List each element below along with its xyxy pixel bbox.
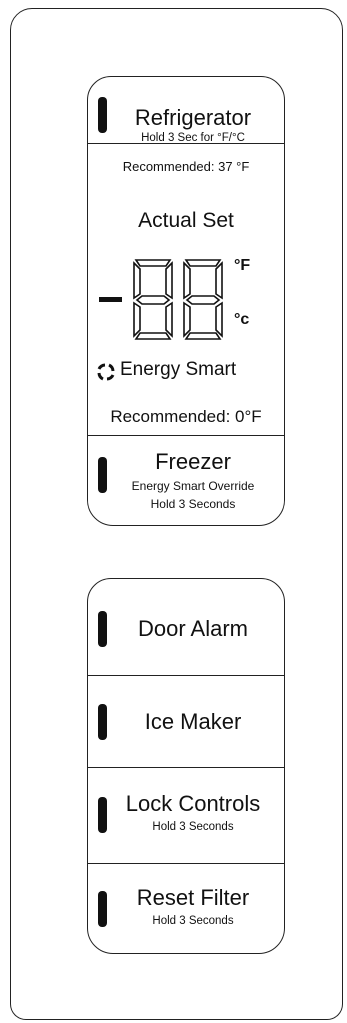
door-alarm-button-label: Door Alarm xyxy=(137,616,249,641)
energy-smart-icon xyxy=(97,363,115,381)
lock-controls-button[interactable]: Lock Controls Hold 3 Seconds xyxy=(88,767,284,863)
temperature-display xyxy=(99,259,223,340)
freezer-button-label: Freezer xyxy=(155,449,231,474)
refrigerator-button-label: Refrigerator xyxy=(134,105,252,130)
ice-maker-button-label: Ice Maker xyxy=(144,709,242,734)
minus-segment xyxy=(99,297,122,302)
reset-filter-button-label: Reset Filter xyxy=(136,885,250,910)
freezer-button[interactable]: Freezer Energy Smart Override Hold 3 Sec… xyxy=(88,435,284,525)
refrigerator-recommended-text: Recommended: 37 °F xyxy=(122,159,250,174)
energy-smart-indicator: Energy Smart xyxy=(88,359,284,385)
divider xyxy=(88,143,284,144)
freezer-recommended-text: Recommended: 0°F xyxy=(110,407,262,426)
energy-smart-label: Energy Smart xyxy=(120,359,237,380)
celsius-indicator: °c xyxy=(234,311,250,328)
feature-control-panel: Door Alarm Ice Maker Lock Controls Hold … xyxy=(87,578,285,954)
temperature-control-panel: Refrigerator Hold 3 Sec for °F/°C Recomm… xyxy=(87,76,285,526)
freezer-button-hint: Energy Smart Override xyxy=(131,479,255,493)
door-alarm-button[interactable]: Door Alarm xyxy=(88,579,284,675)
ice-maker-button[interactable]: Ice Maker xyxy=(88,675,284,767)
lock-controls-button-hint: Hold 3 Seconds xyxy=(152,821,234,833)
digit-one xyxy=(133,259,173,340)
fahrenheit-indicator: °F xyxy=(234,257,251,274)
freezer-button-hold-hint: Hold 3 Seconds xyxy=(150,497,236,511)
reset-filter-button-hint: Hold 3 Seconds xyxy=(152,915,234,927)
digit-two xyxy=(183,259,223,340)
actual-set-label: Actual Set xyxy=(138,209,234,232)
lock-controls-button-label: Lock Controls xyxy=(125,791,261,816)
reset-filter-button[interactable]: Reset Filter Hold 3 Seconds xyxy=(88,863,284,953)
refrigerator-button[interactable]: Refrigerator Hold 3 Sec for °F/°C xyxy=(88,77,284,144)
